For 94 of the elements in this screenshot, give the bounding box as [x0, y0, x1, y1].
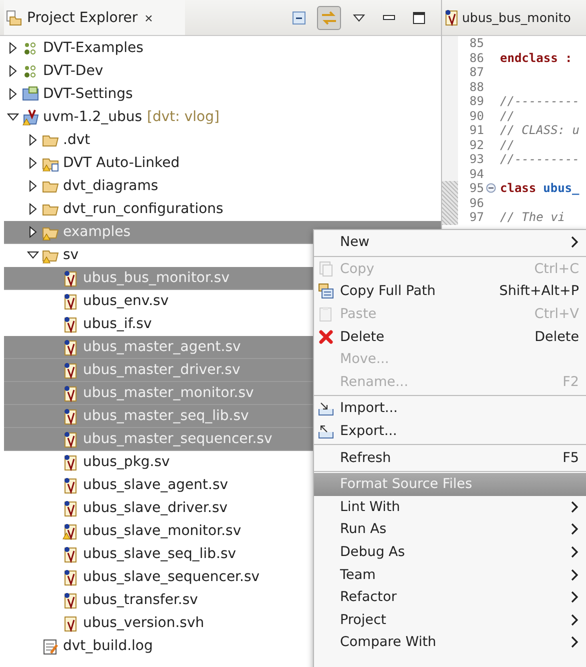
collapsed-arrow-icon — [7, 88, 19, 100]
line-number: 87 — [468, 65, 485, 80]
maximize-icon — [413, 12, 425, 24]
editor-tab-title: ubus_bus_monito — [462, 10, 571, 25]
collapsed-arrow-icon — [27, 180, 39, 192]
copy-path-icon — [318, 283, 334, 300]
tree-item-label: ubus_slave_sequencer.sv — [83, 569, 260, 585]
close-button[interactable]: × — [142, 10, 155, 26]
paste-icon — [318, 306, 334, 322]
verilog-file-icon — [444, 9, 459, 26]
collapsed-arrow-icon — [27, 134, 39, 146]
tree-item-label: ubus_version.svh — [83, 615, 204, 631]
view-title: Project Explorer — [27, 10, 138, 26]
collapsed-arrow-icon — [27, 157, 39, 169]
expanded-arrow-icon — [7, 111, 19, 123]
view-tab[interactable]: Project Explorer × — [4, 0, 185, 35]
code-comment: //--------- — [500, 152, 580, 166]
collapsed-arrow-icon — [7, 65, 19, 77]
tree-item-label: uvm-1.2_ubus — [43, 109, 142, 125]
menu-item[interactable]: Refresh F5 — [314, 446, 586, 469]
menu-item[interactable]: Debug As — [314, 540, 586, 564]
project-type-label: [dvt: vlog] — [147, 109, 220, 125]
two-arrows-icon — [321, 10, 337, 24]
tree-item-label: ubus_master_seq_lib.sv — [83, 408, 249, 424]
dropdown-caret-icon — [353, 14, 365, 22]
export-icon — [318, 423, 334, 440]
code-comment: // — [500, 138, 514, 152]
tree-row[interactable]: uvm-1.2_ubus [dvt: vlog] — [4, 106, 441, 129]
tree-row[interactable]: dvt_diagrams — [4, 175, 441, 198]
line-number: 92 — [468, 138, 485, 152]
code-comment: // The vi — [500, 210, 566, 224]
menu-item[interactable]: Refactor — [314, 586, 586, 608]
menu-item[interactable]: Run As — [314, 518, 586, 541]
tree-item-label: ubus_bus_monitor.sv — [83, 270, 230, 286]
menu-item[interactable]: Team — [314, 563, 586, 586]
tree-item-label: examples — [63, 224, 131, 240]
tree-item-label: ubus_slave_monitor.sv — [83, 523, 242, 539]
delete-icon — [318, 328, 334, 345]
line-number: 97 — [468, 210, 485, 224]
minimize-icon — [383, 14, 395, 20]
line-number: 85 — [468, 36, 485, 50]
code-identifier: ubus_ — [543, 181, 580, 196]
tree-item-label: ubus_slave_driver.sv — [83, 500, 228, 516]
tree-item-label: ubus_master_sequencer.sv — [83, 431, 272, 447]
tree-row[interactable]: DVT-Examples — [4, 37, 441, 60]
folder-page-icon — [6, 10, 22, 26]
tree-item-label: dvt_run_configurations — [63, 201, 224, 217]
tree-item-label: ubus_slave_seq_lib.sv — [83, 546, 236, 562]
collapse-all-icon — [292, 10, 306, 24]
collapsed-arrow-icon — [7, 42, 19, 54]
collapsed-arrow-icon — [27, 203, 39, 215]
tree-item-label: ubus_master_monitor.sv — [83, 385, 254, 401]
menu-item[interactable]: Compare With — [314, 631, 586, 654]
line-number: 89 — [468, 94, 485, 108]
tree-item-label: dvt_diagrams — [63, 178, 158, 194]
tree-item-label: DVT Auto-Linked — [63, 155, 180, 171]
line-number: 93 — [468, 152, 485, 166]
line-number: 88 — [468, 80, 485, 94]
tree-item-label: ubus_env.sv — [83, 293, 169, 309]
line-number: 91 — [468, 123, 485, 138]
copy-icon — [318, 260, 334, 277]
tree-row[interactable]: dvt_run_configurations — [4, 198, 441, 221]
tree-item-label: sv — [63, 247, 79, 263]
tree-row[interactable]: DVT Auto-Linked — [4, 152, 441, 175]
tree-item-label: DVT-Dev — [43, 63, 104, 79]
line-number: 90 — [468, 108, 485, 123]
code-comment: //--------- — [500, 94, 580, 108]
tree-row[interactable]: .dvt — [4, 129, 441, 152]
tree-item-label: ubus_master_agent.sv — [83, 339, 241, 355]
menu-item[interactable]: Lint With — [314, 496, 586, 518]
tree-item-label: dvt_build.log — [63, 638, 153, 654]
tree-item-label: ubus_transfer.sv — [83, 592, 198, 608]
collapse-fold-icon[interactable] — [486, 183, 496, 194]
line-number: 94 — [468, 166, 485, 181]
code-comment: // — [500, 108, 514, 123]
tree-item-label: DVT-Examples — [43, 40, 144, 56]
tree-item-label: ubus_if.sv — [83, 316, 152, 332]
line-number: 95 — [468, 181, 485, 196]
tree-item-label: ubus_slave_agent.sv — [83, 477, 228, 493]
line-number: 96 — [468, 196, 485, 210]
code-comment: // CLASS: u — [500, 123, 580, 138]
tree-item-label: ubus_master_driver.sv — [83, 362, 240, 378]
tree-item-label: DVT-Settings — [43, 86, 133, 102]
import-icon — [318, 400, 334, 416]
menu-item[interactable]: Project — [314, 608, 586, 632]
code-keyword: class — [500, 181, 536, 196]
tree-row[interactable]: DVT-Dev — [4, 60, 441, 83]
tree-row[interactable]: DVT-Settings — [4, 83, 441, 106]
collapsed-arrow-icon — [27, 226, 39, 238]
code-keyword: endclass : — [500, 50, 572, 65]
tree-item-label: .dvt — [63, 132, 90, 148]
tree-item-label: ubus_pkg.sv — [83, 454, 170, 470]
expanded-arrow-icon — [27, 249, 39, 261]
line-number: 86 — [468, 50, 485, 65]
